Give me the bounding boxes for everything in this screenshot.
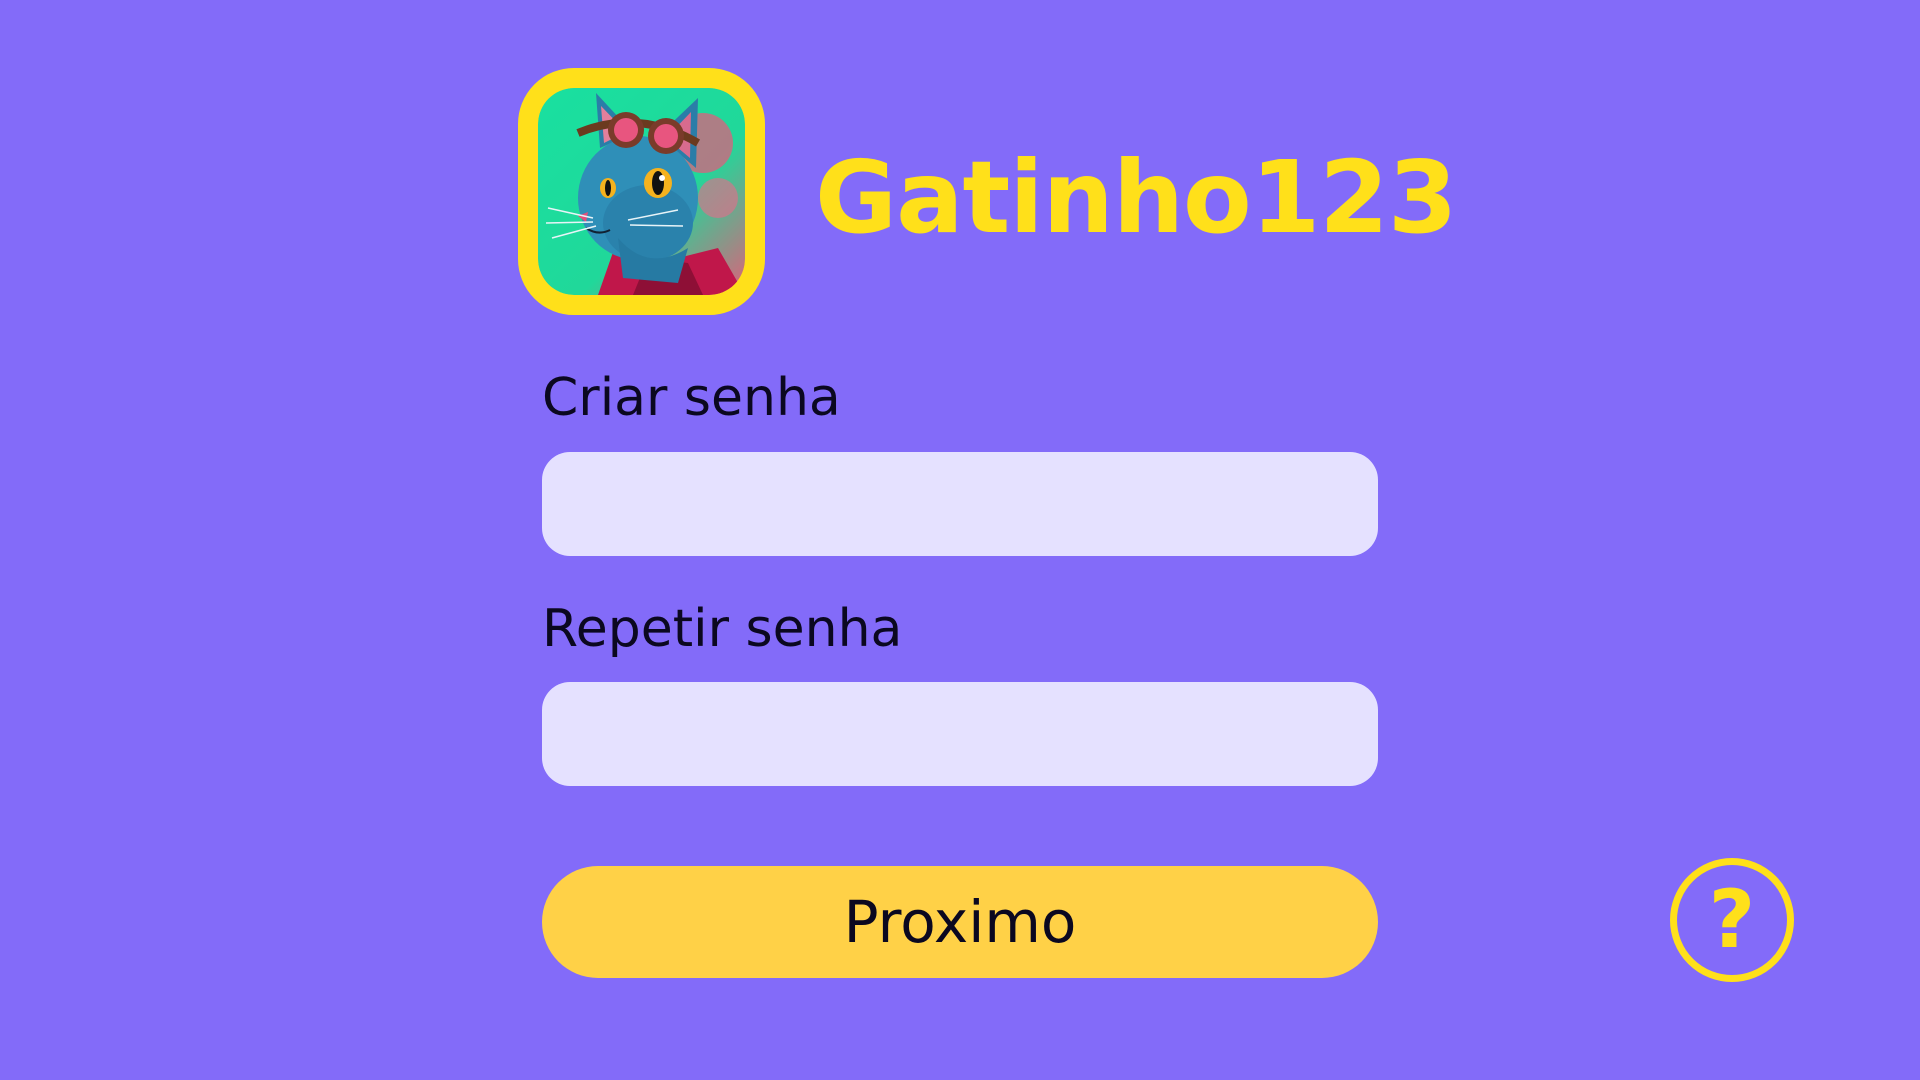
avatar [518,68,765,315]
next-button[interactable]: Proximo [542,866,1378,978]
create-password-input[interactable] [542,452,1378,556]
question-mark-icon: ? [1708,873,1756,966]
create-password-label: Criar senha [542,368,841,428]
cat-avatar-icon [538,88,745,295]
help-button[interactable]: ? [1670,858,1794,982]
repeat-password-label: Repetir senha [542,599,903,659]
username-title: Gatinho123 [815,139,1457,256]
repeat-password-input[interactable] [542,682,1378,786]
